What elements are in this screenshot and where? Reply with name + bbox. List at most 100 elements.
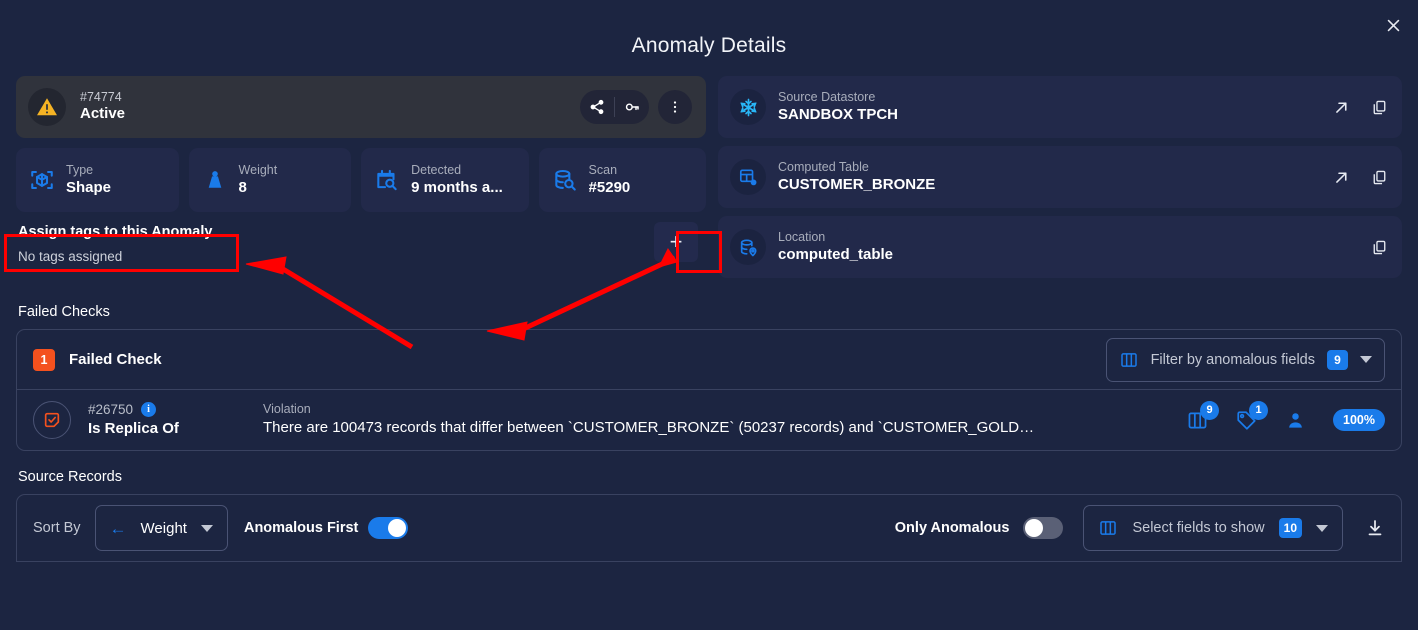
source-datastore-actions [1333, 99, 1388, 116]
source-datastore-value: SANDBOX TPCH [778, 106, 899, 124]
source-datastore-text: Source Datastore SANDBOX TPCH [778, 89, 898, 125]
violation-text: There are 100473 records that differ bet… [263, 419, 1035, 437]
failed-check-metrics: 9 1 100% [1186, 400, 1385, 432]
check-square-icon [33, 401, 71, 439]
location-card: Location computed_table [718, 216, 1402, 278]
only-anomalous-toggle[interactable] [1023, 517, 1064, 539]
key-icon[interactable] [615, 90, 649, 124]
tile-type-text: Type Shape [66, 162, 111, 198]
tags-count-badge: 1 [1249, 400, 1269, 420]
source-records-toolbar-right: Only Anomalous Select fields to show 10 [895, 505, 1385, 551]
failed-checks-header: 1 Failed Check Filter by anomalous field… [17, 330, 1401, 390]
summary-right-column: Source Datastore SANDBOX TPCH Computed T… [718, 76, 1402, 286]
share-icon[interactable] [580, 90, 614, 124]
failed-check-identity: #26750 i Is Replica Of [88, 401, 263, 439]
tile-type-key: Type [66, 163, 94, 178]
source-datastore-card: Source Datastore SANDBOX TPCH [718, 76, 1402, 138]
tile-scan-text: Scan #5290 [589, 162, 631, 198]
columns-icon[interactable]: 9 [1186, 400, 1220, 432]
add-tag-button[interactable]: + [654, 222, 698, 262]
chevron-down-icon [1316, 524, 1328, 532]
computed-table-text: Computed Table CUSTOMER_BRONZE [778, 159, 935, 195]
percent-badge: 100% [1333, 409, 1385, 431]
modal-header: Anomaly Details [0, 0, 1418, 76]
sort-by-value: Weight [140, 519, 187, 537]
computed-table-value: CUSTOMER_BRONZE [778, 176, 936, 194]
table-row[interactable]: #26750 i Is Replica Of Violation There a… [17, 390, 1401, 450]
failed-check-header-label: Failed Check [69, 351, 162, 368]
database-location-icon [730, 229, 766, 265]
sort-by-label: Sort By [33, 520, 81, 536]
tags-section: Assign tags to this Anomaly No tags assi… [16, 222, 706, 286]
tile-weight-text: Weight 8 [239, 162, 278, 198]
toggle-knob [1025, 519, 1044, 537]
metric-tiles: Type Shape Weight 8 Detected 9 months a.… [16, 148, 706, 212]
download-icon[interactable] [1365, 518, 1385, 538]
status-action-group [580, 90, 649, 124]
copy-icon[interactable] [1371, 169, 1388, 186]
computed-table-key: Computed Table [778, 160, 869, 175]
tile-scan-value: #5290 [588, 179, 631, 197]
tile-detected: Detected 9 months a... [361, 148, 529, 212]
select-fields-count-badge: 10 [1278, 518, 1302, 538]
calendar-search-icon [374, 167, 400, 193]
failed-checks-heading: Failed Checks [18, 304, 110, 320]
failed-check-violation: Violation There are 100473 records that … [263, 401, 1168, 438]
tile-detected-value: 9 months a... [411, 179, 503, 197]
tile-weight-key: Weight [238, 163, 278, 178]
copy-icon[interactable] [1371, 239, 1388, 256]
person-icon[interactable] [1284, 409, 1307, 432]
open-external-icon[interactable] [1333, 99, 1350, 116]
anomaly-status-text: #74774 Active [80, 90, 125, 124]
columns-icon [1098, 518, 1118, 538]
violation-label: Violation [263, 402, 311, 417]
anomalous-first-label: Anomalous First [243, 520, 359, 536]
tile-detected-key: Detected [411, 163, 462, 178]
filter-label: Filter by anomalous fields [1150, 351, 1315, 368]
arrow-left-icon[interactable]: ← [110, 520, 127, 537]
tile-detected-text: Detected 9 months a... [411, 162, 503, 198]
chevron-down-icon [1360, 356, 1372, 363]
filter-anomalous-fields-dropdown[interactable]: Filter by anomalous fields 9 [1105, 337, 1385, 382]
select-fields-dropdown[interactable]: Select fields to show 10 [1083, 505, 1343, 551]
sort-by-dropdown[interactable]: ← Weight [94, 505, 228, 551]
failed-check-name: Is Replica Of [88, 419, 179, 437]
warning-triangle-icon [28, 88, 66, 126]
failed-check-count-badge: 1 [33, 348, 55, 371]
page-title: Anomaly Details [631, 34, 787, 57]
fields-count-badge: 9 [1200, 400, 1220, 420]
copy-icon[interactable] [1371, 99, 1388, 116]
toggle-knob [388, 519, 407, 537]
source-datastore-key: Source Datastore [778, 90, 876, 105]
only-anomalous-label: Only Anomalous [894, 520, 1010, 536]
computed-table-card: Computed Table CUSTOMER_BRONZE [718, 146, 1402, 208]
chevron-down-icon [200, 524, 213, 532]
tag-icon[interactable]: 1 [1235, 400, 1269, 432]
kebab-menu-icon[interactable] [658, 90, 692, 124]
summary-row: #74774 Active Type Shape Weight 8 Detect… [16, 76, 1402, 286]
tile-weight: Weight 8 [188, 148, 352, 212]
filter-count-badge: 9 [1327, 349, 1348, 370]
close-icon[interactable] [1376, 8, 1410, 42]
tile-type: Type Shape [16, 148, 179, 212]
tags-text: Assign tags to this Anomaly No tags assi… [16, 224, 212, 264]
weight-icon [202, 167, 228, 193]
tile-scan: Scan #5290 [538, 148, 706, 212]
assign-tags-title: Assign tags to this Anomaly [18, 224, 213, 240]
anomalous-first-toggle[interactable] [368, 517, 409, 539]
anomaly-details-modal: Anomaly Details #74774 Active Type Shape… [0, 0, 1418, 630]
summary-left-column: #74774 Active Type Shape Weight 8 Detect… [16, 76, 706, 286]
select-fields-label: Select fields to show [1132, 520, 1265, 536]
tile-type-value: Shape [66, 179, 112, 197]
columns-icon [1119, 350, 1139, 370]
tile-scan-key: Scan [588, 163, 618, 178]
status-actions [580, 90, 692, 124]
info-icon[interactable]: i [141, 402, 157, 418]
open-external-icon[interactable] [1333, 169, 1350, 186]
table-settings-icon [730, 159, 766, 195]
source-records-panel: Sort By ← Weight Anomalous First Only An… [16, 494, 1402, 562]
database-search-icon [552, 167, 578, 193]
source-records-toolbar: Sort By ← Weight Anomalous First Only An… [17, 495, 1401, 561]
cube-scan-icon [29, 167, 55, 193]
status-badge: Active [80, 105, 126, 123]
